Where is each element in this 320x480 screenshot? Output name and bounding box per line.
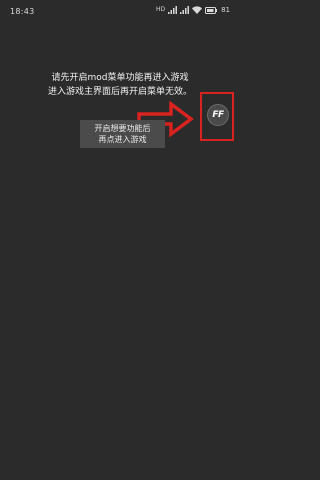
ff-logo-icon: FF xyxy=(212,109,224,120)
wifi-icon xyxy=(192,6,203,14)
toast-line-1: 开启想要功能后 xyxy=(94,124,151,133)
signal-icon xyxy=(180,6,190,14)
toast-message: 开启想要功能后 再点进入游戏 xyxy=(80,120,165,148)
sim-hd-icon: HD xyxy=(155,6,166,13)
battery-level: 81 xyxy=(221,6,230,14)
status-bar: 18:43 HD 81 xyxy=(0,0,240,22)
instruction-line-1: 请先开启mod菜单功能再进入游戏 xyxy=(51,73,189,83)
status-icons: HD 81 xyxy=(156,6,230,14)
signal-icon xyxy=(168,6,178,14)
battery-icon xyxy=(205,6,218,14)
toast-line-2: 再点进入游戏 xyxy=(98,135,147,144)
status-time: 18:43 xyxy=(10,7,35,16)
ff-menu-floating-button[interactable]: FF xyxy=(207,104,229,126)
